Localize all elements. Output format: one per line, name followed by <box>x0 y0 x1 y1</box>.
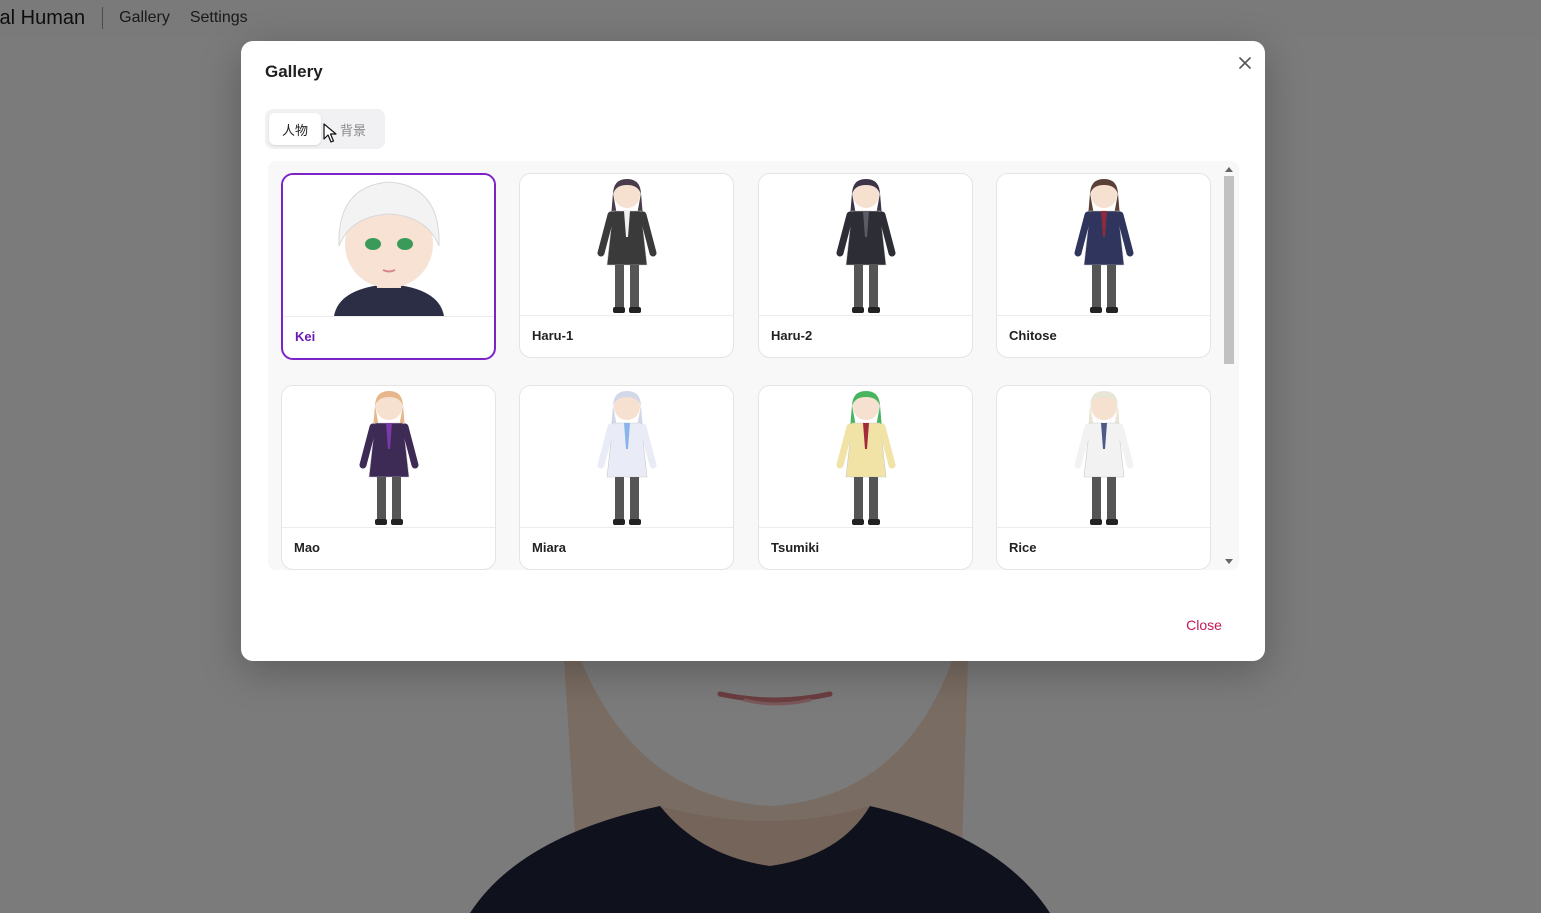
character-name: Chitose <box>1009 328 1057 343</box>
character-card-haru-2[interactable]: Haru-2 <box>758 173 973 358</box>
scroll-up-arrow-icon[interactable] <box>1225 167 1233 172</box>
character-thumbnail <box>283 175 494 317</box>
character-card-kei[interactable]: Kei <box>281 173 496 360</box>
tab-characters[interactable]: 人物 <box>269 113 321 145</box>
mouse-cursor-icon <box>323 123 337 143</box>
character-thumbnail <box>520 386 733 528</box>
character-thumbnail <box>759 174 972 316</box>
character-name: Haru-2 <box>771 328 813 343</box>
character-name: Tsumiki <box>771 540 820 555</box>
close-button[interactable]: Close <box>1169 611 1239 639</box>
character-grid[interactable]: Kei Haru-1 Haru-2 Chitose Mao Miara Tsum… <box>268 161 1239 570</box>
character-name: Kei <box>295 329 316 344</box>
character-card-mao[interactable]: Mao <box>281 385 496 570</box>
character-card-miara[interactable]: Miara <box>519 385 734 570</box>
character-card-chitose[interactable]: Chitose <box>996 173 1211 358</box>
character-thumbnail <box>997 174 1210 316</box>
scroll-thumb[interactable] <box>1224 176 1234 364</box>
character-card-haru-1[interactable]: Haru-1 <box>519 173 734 358</box>
character-card-tsumiki[interactable]: Tsumiki <box>758 385 973 570</box>
character-name: Haru-1 <box>532 328 574 343</box>
grid-scrollbar[interactable] <box>1222 161 1236 570</box>
character-name: Mao <box>294 540 320 555</box>
character-thumbnail <box>282 386 495 528</box>
gallery-modal: Gallery 人物 背景 Kei Haru-1 Haru-2 Chitose … <box>241 41 1265 661</box>
character-name: Rice <box>1009 540 1037 555</box>
close-icon[interactable] <box>1235 53 1255 73</box>
character-name: Miara <box>532 540 566 555</box>
character-thumbnail <box>759 386 972 528</box>
modal-title: Gallery <box>265 62 323 81</box>
character-card-rice[interactable]: Rice <box>996 385 1211 570</box>
character-thumbnail <box>520 174 733 316</box>
scroll-down-arrow-icon[interactable] <box>1225 559 1233 564</box>
character-thumbnail <box>997 386 1210 528</box>
